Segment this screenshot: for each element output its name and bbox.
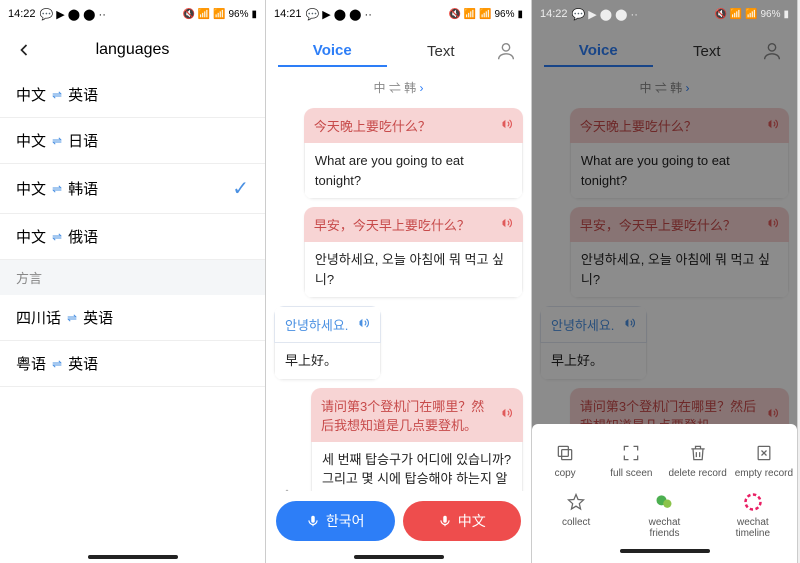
sound-icon[interactable] bbox=[499, 406, 513, 423]
message-translation: 早上好。 bbox=[274, 343, 381, 380]
back-button[interactable] bbox=[12, 38, 36, 62]
profile-button[interactable] bbox=[495, 40, 519, 64]
message-source: 안녕하세요. bbox=[274, 306, 381, 343]
message[interactable]: 早安，今天早上要吃什么？안녕하세요, 오늘 아침에 뭐 먹고 싶니? bbox=[274, 207, 523, 298]
swap-icon: ⇌ bbox=[52, 182, 62, 196]
status-notif-icons: 💬 ▶ ⬤ ⬤ ·· bbox=[306, 8, 372, 21]
language-item[interactable]: 粤语⇌英语 bbox=[0, 341, 265, 387]
user-icon bbox=[495, 40, 517, 62]
status-signal-icons: 🔇 📶 📶 bbox=[715, 9, 758, 20]
star-icon bbox=[565, 491, 587, 513]
message[interactable]: 今天晚上要吃什么？What are you going to eat tonig… bbox=[274, 108, 523, 199]
status-battery: 96% bbox=[494, 9, 514, 20]
message-source: 早安，今天早上要吃什么？ bbox=[304, 207, 523, 242]
input-buttons: 한국어 中文 bbox=[266, 491, 531, 551]
swap-icon: ⇌ bbox=[52, 134, 62, 148]
status-time: 14:22 bbox=[540, 8, 568, 20]
screen-chat: 14:21 💬 ▶ ⬤ ⬤ ·· 🔇 📶 📶 96% ▮ Voice Text … bbox=[266, 0, 532, 563]
swap-icon: ⇌ bbox=[52, 88, 62, 102]
page-title: languages bbox=[36, 41, 229, 59]
message-source: 今天晚上要吃什么？ bbox=[304, 108, 523, 143]
battery-icon: ▮ bbox=[517, 9, 523, 20]
tab-text[interactable]: Text bbox=[387, 37, 496, 66]
status-signal-icons: 🔇 📶 📶 bbox=[449, 9, 492, 20]
sheet-wechat[interactable]: wechat friends bbox=[634, 491, 694, 539]
lang-pair-selector[interactable]: 中 ⇌ 韩 › bbox=[266, 75, 531, 104]
sound-icon[interactable] bbox=[499, 216, 513, 233]
sound-icon[interactable] bbox=[356, 316, 370, 333]
voice-input-korean[interactable]: 한국어 bbox=[276, 501, 395, 541]
status-time: 14:21 bbox=[274, 8, 302, 20]
arrow-left-icon bbox=[14, 40, 34, 60]
header: languages bbox=[0, 28, 265, 72]
language-item[interactable]: 中文⇌韩语✓ bbox=[0, 164, 265, 214]
nav-pill bbox=[620, 549, 710, 553]
sound-icon[interactable] bbox=[499, 117, 513, 134]
mic-icon bbox=[306, 514, 320, 528]
battery-icon: ▮ bbox=[251, 9, 257, 20]
status-bar: 14:22 💬 ▶ ⬤ ⬤ ·· 🔇 📶 📶 96% ▮ bbox=[0, 0, 265, 28]
action-sheet: copyfull sceendelete recordempty record … bbox=[532, 424, 797, 563]
nav-pill bbox=[88, 555, 178, 559]
check-icon: ✓ bbox=[232, 176, 249, 201]
chevron-right-icon: › bbox=[420, 81, 424, 95]
tabs: Voice Text bbox=[266, 28, 531, 75]
sheet-copy[interactable]: copy bbox=[535, 442, 595, 479]
status-signal-icons: 🔇 📶 📶 bbox=[183, 9, 226, 20]
sheet-moments[interactable]: wechat timeline bbox=[723, 491, 783, 539]
mic-icon bbox=[438, 514, 452, 528]
message[interactable]: share请问第3个登机门在哪里？然后我想知道是几点要登机。세 번째 탑승구가 … bbox=[274, 388, 523, 492]
status-time: 14:22 bbox=[8, 8, 36, 20]
voice-input-chinese[interactable]: 中文 bbox=[403, 501, 522, 541]
message-translation: What are you going to eat tonight? bbox=[304, 143, 523, 199]
swap-icon: ⇌ bbox=[52, 230, 62, 244]
tab-voice[interactable]: Voice bbox=[278, 36, 387, 67]
screen-languages: 14:22 💬 ▶ ⬤ ⬤ ·· 🔇 📶 📶 96% ▮ languages 中… bbox=[0, 0, 266, 563]
sheet-empty[interactable]: empty record bbox=[734, 442, 794, 479]
status-notif-icons: 💬 ▶ ⬤ ⬤ ·· bbox=[572, 8, 638, 21]
section-dialects: 方言 bbox=[0, 260, 265, 295]
message-translation: 세 번째 탑승구가 어디에 있습니까? 그리고 몇 시에 탑승해야 하는지 알고… bbox=[311, 442, 523, 492]
language-item[interactable]: 四川话⇌英语 bbox=[0, 295, 265, 341]
battery-icon: ▮ bbox=[783, 9, 789, 20]
nav-pill bbox=[354, 555, 444, 559]
status-bar: 14:22 💬 ▶ ⬤ ⬤ ·· 🔇 📶 📶 96% ▮ bbox=[532, 0, 797, 28]
language-list[interactable]: 中文⇌英语中文⇌日语中文⇌韩语✓中文⇌俄语方言四川话⇌英语粤语⇌英语 bbox=[0, 72, 265, 551]
language-item[interactable]: 中文⇌英语 bbox=[0, 72, 265, 118]
message-translation: 안녕하세요, 오늘 아침에 뭐 먹고 싶니? bbox=[304, 242, 523, 298]
swap-icon: ⇌ bbox=[52, 357, 62, 371]
sheet-fullscreen[interactable]: full sceen bbox=[601, 442, 661, 479]
screen-chat-actions: 14:22 💬 ▶ ⬤ ⬤ ·· 🔇 📶 📶 96% ▮ Voice Text … bbox=[532, 0, 798, 563]
message[interactable]: 안녕하세요.早上好。 bbox=[274, 306, 523, 380]
sheet-trash[interactable]: delete record bbox=[668, 442, 728, 479]
swap-icon: ⇌ bbox=[67, 311, 77, 325]
moments-icon bbox=[742, 491, 764, 513]
status-notif-icons: 💬 ▶ ⬤ ⬤ ·· bbox=[40, 8, 106, 21]
trash-icon bbox=[687, 442, 709, 464]
language-item[interactable]: 中文⇌俄语 bbox=[0, 214, 265, 260]
message-source: 请问第3个登机门在哪里？然后我想知道是几点要登机。 bbox=[311, 388, 523, 442]
chat-messages[interactable]: 今天晚上要吃什么？What are you going to eat tonig… bbox=[266, 104, 531, 491]
status-battery: 96% bbox=[760, 9, 780, 20]
copy-icon bbox=[554, 442, 576, 464]
wechat-icon bbox=[653, 491, 675, 513]
sheet-star[interactable]: collect bbox=[546, 491, 606, 539]
status-bar: 14:21 💬 ▶ ⬤ ⬤ ·· 🔇 📶 📶 96% ▮ bbox=[266, 0, 531, 28]
empty-icon bbox=[753, 442, 775, 464]
status-battery: 96% bbox=[228, 9, 248, 20]
language-item[interactable]: 中文⇌日语 bbox=[0, 118, 265, 164]
fullscreen-icon bbox=[620, 442, 642, 464]
